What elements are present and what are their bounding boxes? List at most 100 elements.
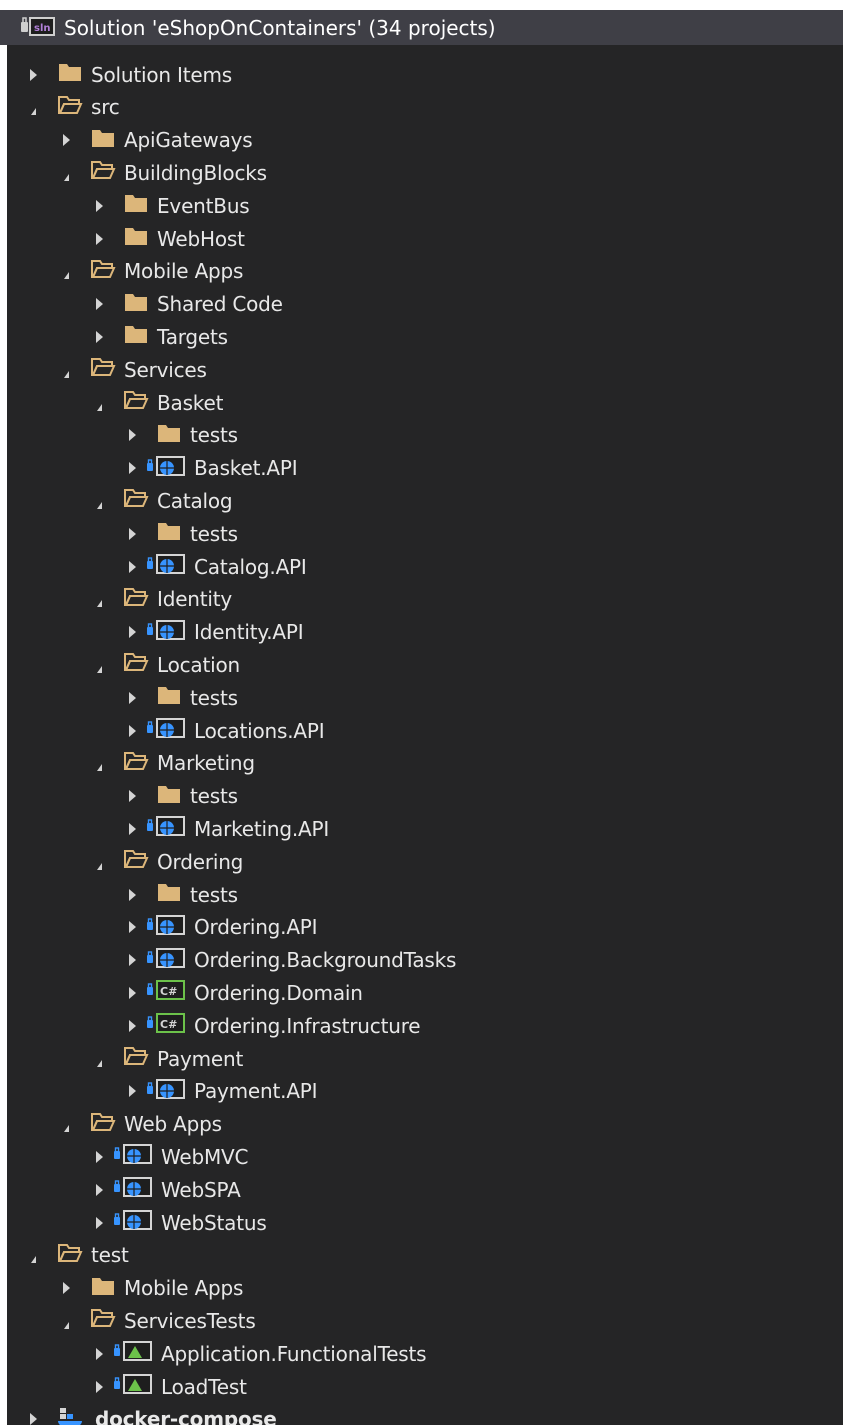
expand-arrow-icon[interactable] — [27, 100, 39, 114]
collapse-arrow-icon[interactable] — [27, 68, 39, 82]
tree-row-services[interactable]: Services — [7, 353, 843, 386]
collapse-arrow-icon[interactable] — [93, 1183, 105, 1197]
tree-row-marketing[interactable]: Marketing — [7, 747, 843, 780]
expand-arrow-icon[interactable] — [93, 756, 105, 770]
csharp-project-icon: C# — [146, 978, 186, 1007]
tree-row-catalog-api[interactable]: Catalog.API — [7, 550, 843, 583]
expand-arrow-icon[interactable] — [93, 1052, 105, 1066]
collapse-arrow-icon[interactable] — [126, 724, 138, 738]
tree-row-src[interactable]: src — [7, 91, 843, 124]
tree-row-ordering-infrastructure[interactable]: C# Ordering.Infrastructure — [7, 1009, 843, 1042]
collapse-arrow-icon[interactable] — [126, 428, 138, 442]
tree-item-label: Solution Items — [91, 62, 232, 87]
solution-root-row[interactable]: sln Solution 'eShopOnContainers' (34 pro… — [0, 10, 843, 45]
expand-arrow-icon[interactable] — [93, 396, 105, 410]
test-project-icon — [113, 1339, 153, 1368]
expand-arrow-icon[interactable] — [93, 658, 105, 672]
tree-row-ordering[interactable]: Ordering — [7, 845, 843, 878]
tree-row-webstatus[interactable]: WebStatus — [7, 1206, 843, 1239]
tree-row-eventbus[interactable]: EventBus — [7, 189, 843, 222]
expand-arrow-icon[interactable] — [27, 1248, 39, 1262]
tree-row-servicestests[interactable]: ServicesTests — [7, 1304, 843, 1337]
tree-item-label: Ordering.BackgroundTasks — [194, 948, 457, 973]
collapse-arrow-icon[interactable] — [126, 625, 138, 639]
tree-row-ordering-domain[interactable]: C# Ordering.Domain — [7, 976, 843, 1009]
collapse-arrow-icon[interactable] — [60, 133, 72, 147]
web-project-icon — [113, 1208, 153, 1237]
expand-arrow-icon[interactable] — [60, 363, 72, 377]
tree-row-basket-api[interactable]: Basket.API — [7, 452, 843, 485]
tree-row-webspa[interactable]: WebSPA — [7, 1173, 843, 1206]
tree-row-ordering-backgroundtasks[interactable]: Ordering.BackgroundTasks — [7, 944, 843, 977]
tree-row-location[interactable]: Location — [7, 648, 843, 681]
collapse-arrow-icon[interactable] — [126, 789, 138, 803]
collapse-arrow-icon[interactable] — [126, 461, 138, 475]
tree-row-solution-items[interactable]: Solution Items — [7, 58, 843, 91]
collapse-arrow-icon[interactable] — [126, 527, 138, 541]
expand-arrow-icon[interactable] — [60, 1117, 72, 1131]
tree-row-locations-api[interactable]: Locations.API — [7, 714, 843, 747]
tree-row-mobile-apps[interactable]: Mobile Apps — [7, 255, 843, 288]
expand-arrow-icon[interactable] — [60, 1314, 72, 1328]
folder-open-icon — [90, 159, 116, 186]
expand-arrow-icon[interactable] — [60, 264, 72, 278]
collapse-arrow-icon[interactable] — [93, 1150, 105, 1164]
tree-row-tests[interactable]: tests — [7, 780, 843, 813]
collapse-arrow-icon[interactable] — [60, 1281, 72, 1295]
tree-row-tests[interactable]: tests — [7, 681, 843, 714]
tree-row-identity-api[interactable]: Identity.API — [7, 616, 843, 649]
tree-item-label: Services — [124, 357, 207, 382]
collapse-arrow-icon[interactable] — [93, 1216, 105, 1230]
tree-row-targets[interactable]: Targets — [7, 320, 843, 353]
tree-row-tests[interactable]: tests — [7, 878, 843, 911]
expand-arrow-icon[interactable] — [93, 592, 105, 606]
tree-row-docker-compose[interactable]: docker-compose — [7, 1403, 843, 1425]
tree-row-mobile-apps[interactable]: Mobile Apps — [7, 1272, 843, 1305]
tree-row-tests[interactable]: tests — [7, 419, 843, 452]
tree-row-loadtest[interactable]: LoadTest — [7, 1370, 843, 1403]
tree-row-tests[interactable]: tests — [7, 517, 843, 550]
tree-row-identity[interactable]: Identity — [7, 583, 843, 616]
collapse-arrow-icon[interactable] — [126, 822, 138, 836]
tree-row-apigateways[interactable]: ApiGateways — [7, 124, 843, 157]
expand-arrow-icon[interactable] — [93, 494, 105, 508]
collapse-arrow-icon[interactable] — [93, 232, 105, 246]
web-project-icon — [146, 913, 186, 942]
tree-row-buildingblocks[interactable]: BuildingBlocks — [7, 156, 843, 189]
collapse-arrow-icon[interactable] — [126, 986, 138, 1000]
collapse-arrow-icon[interactable] — [93, 297, 105, 311]
tree-row-web-apps[interactable]: Web Apps — [7, 1108, 843, 1141]
tree-row-payment[interactable]: Payment — [7, 1042, 843, 1075]
collapse-arrow-icon[interactable] — [93, 199, 105, 213]
expand-arrow-icon[interactable] — [60, 166, 72, 180]
tree-row-payment-api[interactable]: Payment.API — [7, 1075, 843, 1108]
collapse-arrow-icon[interactable] — [126, 1084, 138, 1098]
tree-item-label: ApiGateways — [124, 128, 253, 153]
collapse-arrow-icon[interactable] — [93, 1380, 105, 1394]
collapse-arrow-icon[interactable] — [126, 560, 138, 574]
collapse-arrow-icon[interactable] — [93, 1347, 105, 1361]
collapse-arrow-icon[interactable] — [126, 953, 138, 967]
collapse-arrow-icon[interactable] — [126, 1019, 138, 1033]
collapse-arrow-icon[interactable] — [93, 330, 105, 344]
tree-row-webhost[interactable]: WebHost — [7, 222, 843, 255]
tree-row-test[interactable]: test — [7, 1239, 843, 1272]
collapse-arrow-icon[interactable] — [27, 1412, 39, 1425]
tree-item-label: docker-compose — [95, 1407, 277, 1425]
tree-row-application-functionaltests[interactable]: Application.FunctionalTests — [7, 1337, 843, 1370]
tree-item-label: src — [91, 95, 120, 120]
tree-row-webmvc[interactable]: WebMVC — [7, 1140, 843, 1173]
tree-row-catalog[interactable]: Catalog — [7, 484, 843, 517]
tree-row-marketing-api[interactable]: Marketing.API — [7, 812, 843, 845]
tree-row-basket[interactable]: Basket — [7, 386, 843, 419]
collapse-arrow-icon[interactable] — [126, 691, 138, 705]
folder-closed-icon — [156, 520, 182, 547]
tree-item-label: Ordering.API — [194, 915, 318, 940]
expand-arrow-icon[interactable] — [93, 855, 105, 869]
collapse-arrow-icon[interactable] — [126, 888, 138, 902]
folder-open-icon — [90, 356, 116, 383]
tree-row-ordering-api[interactable]: Ordering.API — [7, 911, 843, 944]
collapse-arrow-icon[interactable] — [126, 920, 138, 934]
svg-text:C#: C# — [160, 985, 177, 998]
tree-row-shared-code[interactable]: Shared Code — [7, 288, 843, 321]
